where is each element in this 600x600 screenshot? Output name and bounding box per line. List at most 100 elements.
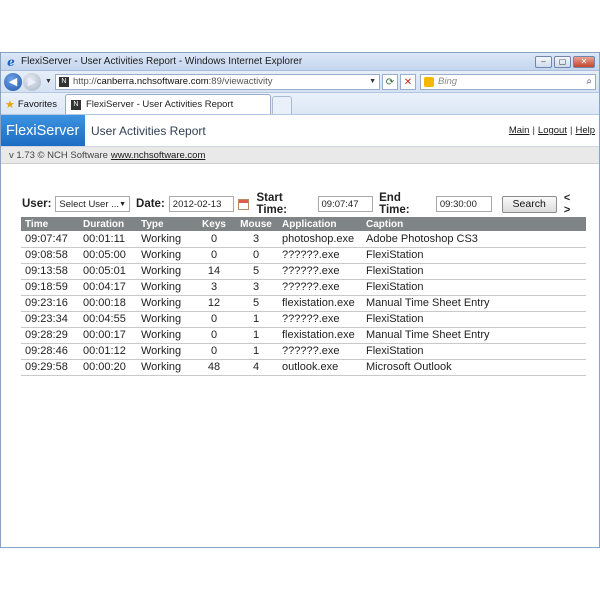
version-bar: v 1.73 © NCH Software www.nchsoftware.co…: [1, 147, 599, 164]
col-header-mouse: Mouse: [240, 218, 272, 230]
col-header-time: Time: [25, 218, 49, 230]
nch-website-link[interactable]: www.nchsoftware.com: [111, 150, 206, 161]
col-header-duration: Duration: [83, 218, 125, 230]
cell-keys: 0: [194, 311, 234, 328]
cell-mouse: 5: [234, 295, 278, 312]
cell-application: flexistation.exe: [278, 295, 362, 312]
cell-time: 09:23:16: [21, 295, 79, 312]
cell-keys: 12: [194, 295, 234, 312]
cell-type: Working: [137, 279, 194, 296]
forward-button[interactable]: ▶: [23, 72, 41, 91]
header-links: Main | Logout | Help: [508, 125, 595, 136]
table-row[interactable]: 09:28:46 00:01:12 Working 0 1 ??????.exe…: [21, 343, 586, 360]
cell-caption: FlexiStation: [362, 279, 586, 296]
url-host: canberra.nchsoftware.com: [96, 76, 209, 87]
refresh-icon[interactable]: ⟳: [382, 73, 398, 90]
browser-window: e FlexiServer - User Activities Report -…: [0, 52, 600, 548]
date-field[interactable]: 2012-02-13: [168, 196, 234, 212]
cell-keys: 48: [194, 359, 234, 376]
cell-time: 09:23:34: [21, 311, 79, 328]
start-time-label: Start Time:: [256, 192, 287, 216]
user-select[interactable]: Select User ... ▼: [55, 196, 131, 212]
cell-time: 09:18:59: [21, 279, 79, 296]
new-tab-button[interactable]: [271, 96, 292, 114]
user-select-value: Select User ...: [59, 198, 120, 210]
cell-caption: FlexiStation: [362, 263, 586, 280]
cell-caption: Adobe Photoshop CS3: [362, 231, 586, 248]
maximize-button[interactable]: ▢: [554, 55, 571, 68]
table-row[interactable]: 09:23:34 00:04:55 Working 0 1 ??????.exe…: [21, 311, 586, 328]
calendar-icon[interactable]: [237, 198, 249, 210]
cell-keys: 0: [194, 327, 234, 344]
site-favicon-icon: N: [58, 76, 69, 87]
cell-application: photoshop.exe: [278, 231, 362, 248]
activity-table-container: Time Duration Type Keys Mouse Applicatio…: [21, 217, 586, 376]
filter-bar: User: Select User ... ▼ Date: 2012-02-13…: [22, 192, 579, 216]
cell-keys: 0: [194, 343, 234, 360]
end-time-label: End Time:: [379, 192, 410, 216]
main-link[interactable]: Main: [509, 125, 530, 136]
cell-mouse: 0: [234, 247, 278, 264]
cell-mouse: 1: [234, 327, 278, 344]
col-header-type: Type: [141, 218, 164, 230]
stop-icon[interactable]: ✕: [400, 73, 416, 90]
cell-keys: 3: [194, 279, 234, 296]
cell-duration: 00:04:17: [79, 279, 137, 296]
col-header-application: Application: [282, 218, 337, 230]
cell-duration: 00:04:55: [79, 311, 137, 328]
table-row[interactable]: 09:13:58 00:05:01 Working 14 5 ??????.ex…: [21, 263, 586, 280]
start-time-field[interactable]: 09:07:47: [317, 196, 374, 212]
cell-application: ??????.exe: [278, 279, 362, 296]
cell-application: ??????.exe: [278, 247, 362, 264]
table-row[interactable]: 09:18:59 00:04:17 Working 3 3 ??????.exe…: [21, 279, 586, 296]
history-dropdown-icon[interactable]: ▼: [45, 78, 52, 85]
user-label: User:: [22, 198, 52, 210]
table-row[interactable]: 09:29:58 00:00:20 Working 48 4 outlook.e…: [21, 359, 586, 376]
cell-mouse: 5: [234, 263, 278, 280]
cell-caption: Manual Time Sheet Entry: [362, 295, 586, 312]
logout-link[interactable]: Logout: [538, 125, 567, 136]
search-input[interactable]: Bing ⌕: [420, 73, 596, 90]
cell-mouse: 1: [234, 343, 278, 360]
window-title: FlexiServer - User Activities Report - W…: [21, 56, 303, 67]
cell-duration: 00:00:18: [79, 295, 137, 312]
prev-next-arrows[interactable]: < >: [564, 192, 579, 216]
cell-mouse: 3: [234, 279, 278, 296]
search-icon[interactable]: ⌕: [586, 76, 592, 87]
close-button[interactable]: ✕: [573, 55, 595, 68]
browser-tab[interactable]: N FlexiServer - User Activities Report: [64, 94, 271, 114]
tab-favicon-icon: N: [70, 99, 81, 110]
cell-duration: 00:00:17: [79, 327, 137, 344]
table-row[interactable]: 09:23:16 00:00:18 Working 12 5 flexistat…: [21, 295, 586, 312]
cell-time: 09:28:29: [21, 327, 79, 344]
table-row[interactable]: 09:07:47 00:01:11 Working 0 3 photoshop.…: [21, 231, 586, 248]
url-field[interactable]: N http://canberra.nchsoftware.com:89/vie…: [54, 73, 380, 90]
internet-explorer-icon: e: [7, 54, 15, 69]
chevron-down-icon: ▼: [119, 200, 127, 208]
app-header: FlexiServer User Activities Report Main …: [1, 115, 599, 147]
cell-keys: 0: [194, 231, 234, 248]
cell-caption: FlexiStation: [362, 311, 586, 328]
address-bar: ◀ ▶ ▼ N http://canberra.nchsoftware.com:…: [1, 71, 599, 93]
end-time-field[interactable]: 09:30:00: [435, 196, 492, 212]
title-bar: e FlexiServer - User Activities Report -…: [1, 53, 599, 71]
minimize-button[interactable]: ‒: [535, 55, 552, 68]
search-button[interactable]: Search: [501, 195, 557, 213]
cell-type: Working: [137, 231, 194, 248]
favorites-button[interactable]: ★ Favorites: [5, 94, 57, 114]
table-row[interactable]: 09:08:58 00:05:00 Working 0 0 ??????.exe…: [21, 247, 586, 264]
cell-caption: FlexiStation: [362, 247, 586, 264]
cell-duration: 00:05:00: [79, 247, 137, 264]
help-link[interactable]: Help: [575, 125, 595, 136]
col-header-keys: Keys: [202, 218, 226, 230]
page-title: User Activities Report: [91, 123, 206, 138]
activity-table: Time Duration Type Keys Mouse Applicatio…: [21, 217, 586, 376]
cell-time: 09:29:58: [21, 359, 79, 376]
cell-caption: Manual Time Sheet Entry: [362, 327, 586, 344]
cell-type: Working: [137, 247, 194, 264]
table-row[interactable]: 09:28:29 00:00:17 Working 0 1 flexistati…: [21, 327, 586, 344]
url-dropdown-icon[interactable]: ▼: [369, 78, 376, 85]
cell-time: 09:08:58: [21, 247, 79, 264]
star-icon: ★: [5, 98, 15, 111]
back-button[interactable]: ◀: [4, 72, 22, 91]
